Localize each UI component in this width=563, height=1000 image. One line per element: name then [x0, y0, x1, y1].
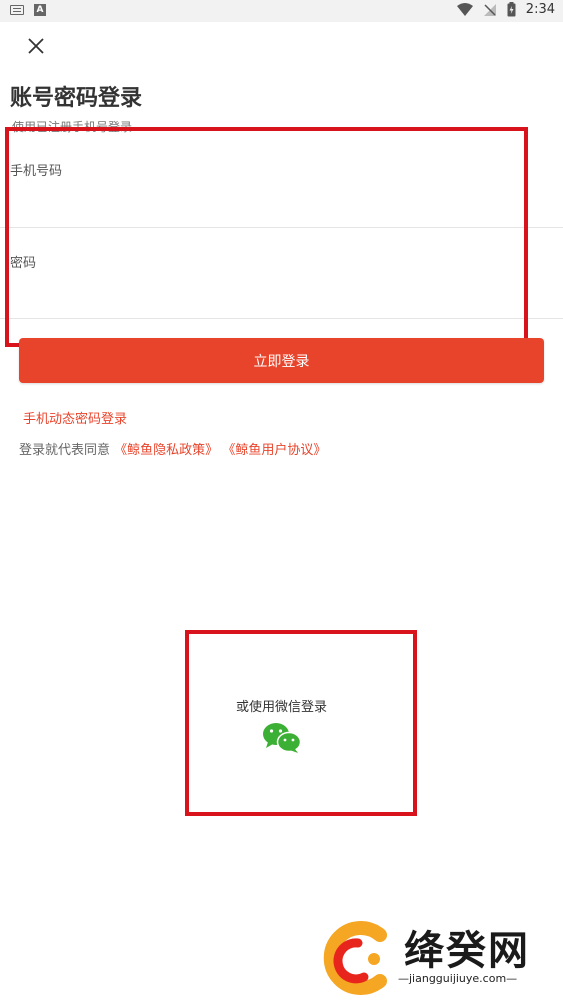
no-signal-icon [483, 3, 496, 16]
login-button[interactable]: 立即登录 [19, 338, 544, 383]
a-icon: A [34, 4, 46, 16]
sms-login-link[interactable]: 手机动态密码登录 [23, 408, 127, 427]
status-time: 2:34 [525, 2, 555, 17]
page-title: 账号密码登录 [10, 86, 143, 111]
agreement-prefix: 登录就代表同意 [19, 443, 111, 458]
watermark-url: —jiangguijiuye.com— [398, 972, 518, 985]
keyboard-icon [10, 5, 24, 15]
status-left-icons: A [10, 4, 46, 16]
wechat-icon[interactable] [262, 722, 302, 754]
agreement-text: 登录就代表同意 《鲸鱼隐私政策》 《鲸鱼用户协议》 [19, 439, 326, 458]
watermark-text: 绛癸网 [404, 928, 530, 974]
user-agreement-link[interactable]: 《鲸鱼用户协议》 [222, 443, 326, 458]
status-bar: A 2:34 [0, 0, 563, 22]
wifi-icon [456, 2, 473, 16]
battery-icon [507, 2, 516, 17]
close-button[interactable] [22, 32, 50, 60]
close-icon [28, 38, 44, 54]
status-right-icons: 2:34 [456, 2, 555, 17]
annotation-box-form [5, 127, 528, 347]
privacy-policy-link[interactable]: 《鲸鱼隐私政策》 [114, 443, 218, 458]
wechat-login-text: 或使用微信登录 [236, 700, 328, 715]
